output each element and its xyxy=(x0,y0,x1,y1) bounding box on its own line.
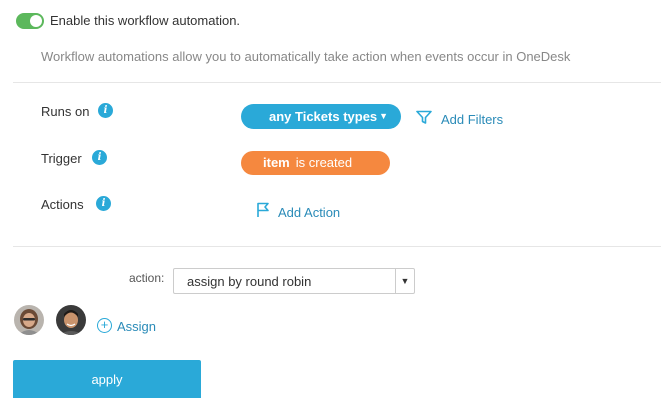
ticket-types-dropdown[interactable]: any Tickets types ▼ xyxy=(241,104,401,129)
plus-circle-icon[interactable]: + xyxy=(97,318,112,333)
runs-on-label: Runs on xyxy=(41,104,90,119)
actions-info-icon[interactable]: i xyxy=(96,196,111,211)
action-select-label: action: xyxy=(129,271,165,285)
action-select[interactable]: assign by round robin ▼ xyxy=(173,268,415,294)
trigger-pill[interactable]: item is created xyxy=(241,151,390,175)
enable-label: Enable this workflow automation. xyxy=(50,13,241,28)
avatar-user-1[interactable] xyxy=(14,305,44,335)
user-photo-icon xyxy=(56,305,86,335)
trigger-info-icon[interactable]: i xyxy=(92,150,107,165)
trigger-subject: item xyxy=(263,155,290,170)
toggle-knob xyxy=(30,15,42,27)
trigger-event: is created xyxy=(295,155,353,170)
runs-on-info-icon[interactable]: i xyxy=(98,103,113,118)
avatar-user-2[interactable] xyxy=(56,305,86,335)
filter-icon[interactable] xyxy=(416,110,432,125)
action-select-value: assign by round robin xyxy=(187,274,312,289)
ticket-types-value: any Tickets types xyxy=(269,109,378,124)
add-action-link[interactable]: Add Action xyxy=(278,205,340,220)
enable-toggle[interactable] xyxy=(16,13,44,29)
chevron-down-icon[interactable]: ▼ xyxy=(395,269,414,293)
user-photo-icon xyxy=(14,305,44,335)
actions-label: Actions xyxy=(41,197,84,212)
flag-icon[interactable] xyxy=(256,202,270,218)
workflow-description: Workflow automations allow you to automa… xyxy=(41,49,571,64)
add-filters-link[interactable]: Add Filters xyxy=(441,112,503,127)
trigger-label: Trigger xyxy=(41,151,82,166)
chevron-down-icon: ▼ xyxy=(379,111,388,121)
apply-button[interactable]: apply xyxy=(13,360,201,398)
divider-middle xyxy=(13,246,661,247)
divider-top xyxy=(13,82,661,83)
assign-link[interactable]: Assign xyxy=(117,319,156,334)
